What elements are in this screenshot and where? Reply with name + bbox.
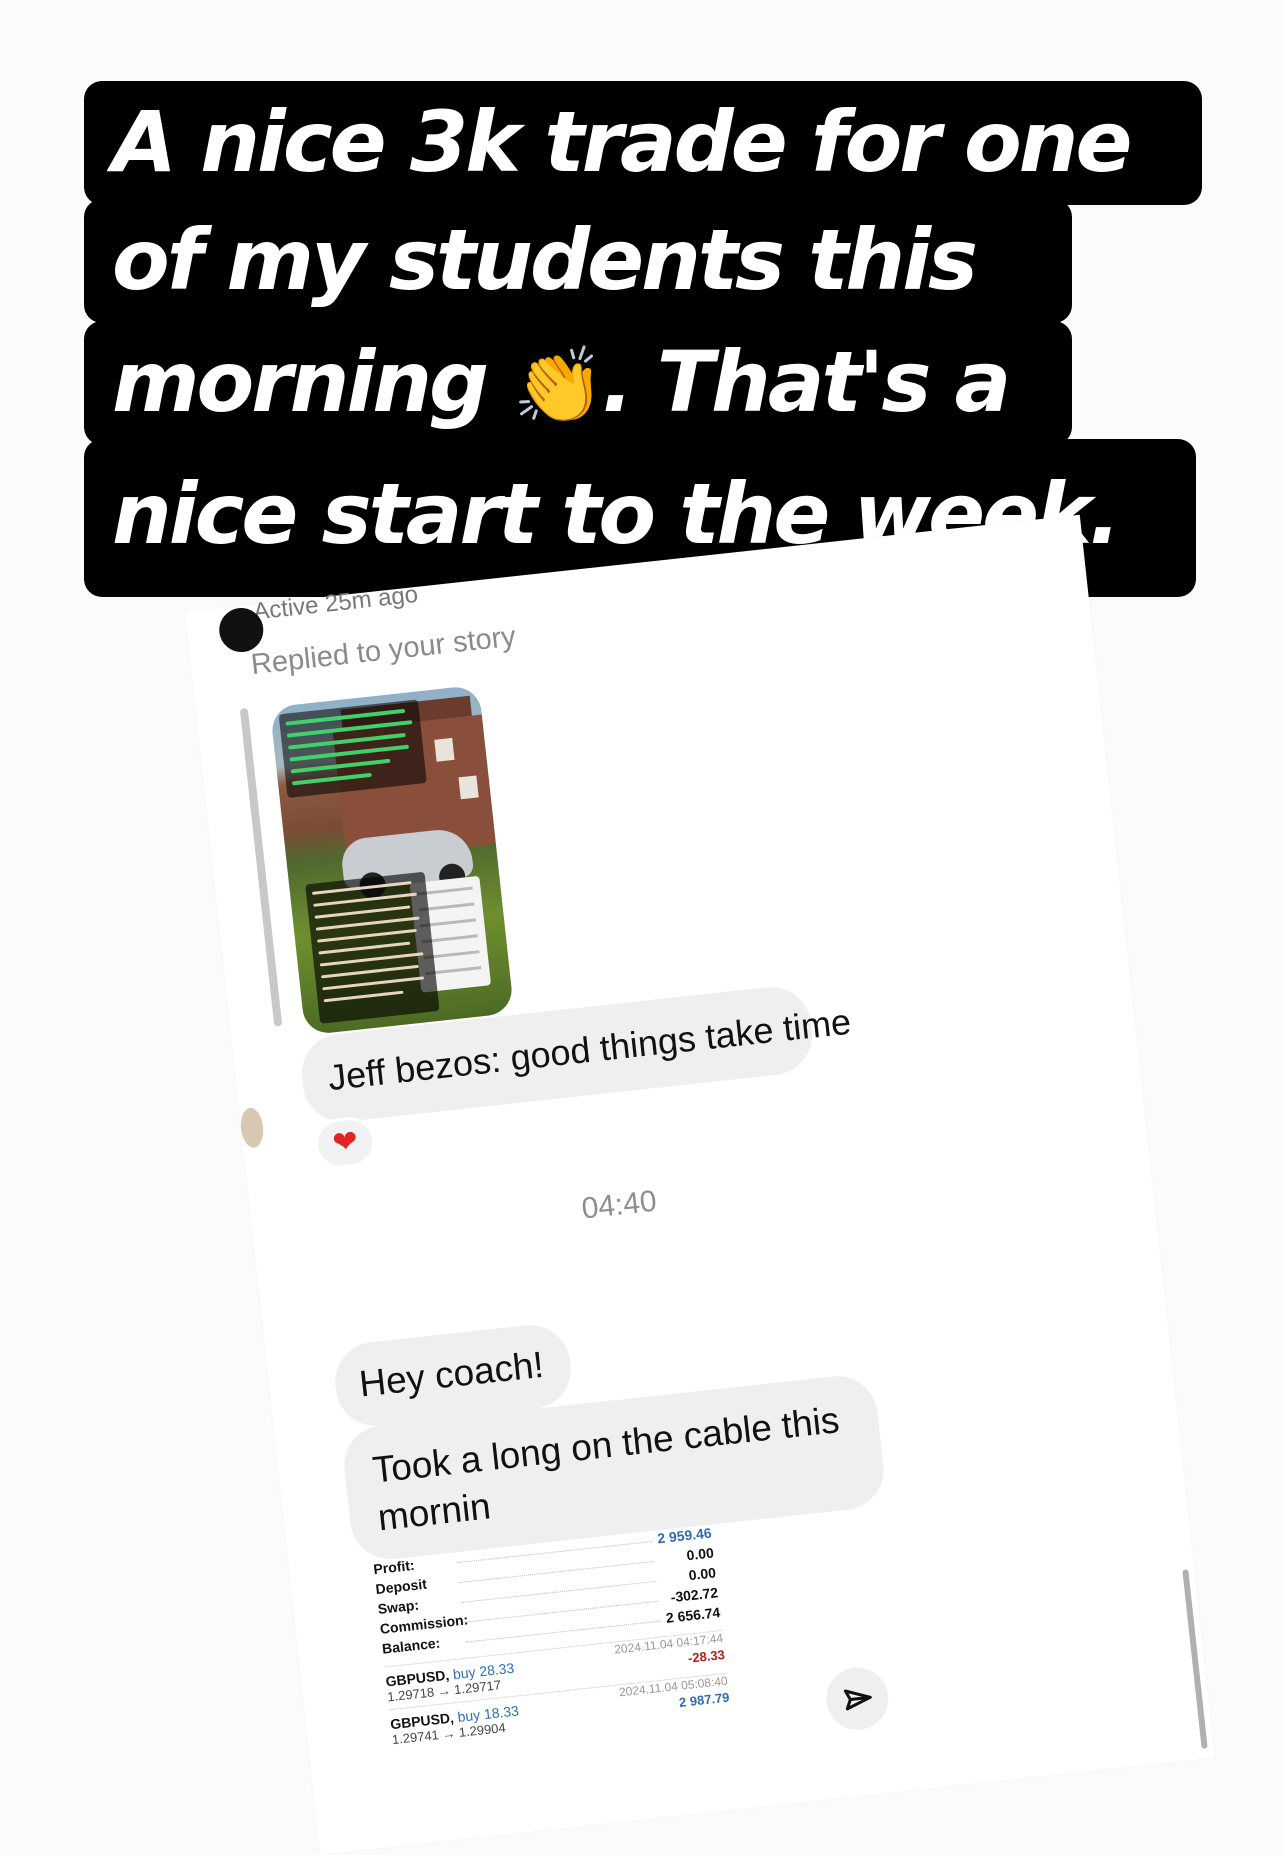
clapping-hands-emoji: 👏 [512,343,604,429]
trade-pl: -28.33 [687,1646,726,1666]
thumb-text-line [321,964,419,979]
heart-icon[interactable]: ❤ [312,1114,378,1171]
send-button[interactable] [823,1664,892,1733]
thumb-caption-overlay [278,699,427,798]
account-summary-image[interactable]: Profit: 2 959.46 Deposit 0.00 Swap: 0.00… [373,1525,731,1747]
account-label: Swap: [376,1596,420,1617]
replied-to-story-label: Replied to your story [249,620,518,682]
scrollbar[interactable] [1182,1569,1208,1749]
caption-line-1: A nice 3k trade for one [84,81,1202,205]
account-value: 0.00 [685,1544,715,1564]
thumb-text-line [317,928,417,943]
thumb-window [458,775,479,800]
thumb-text-line [318,941,411,955]
dm-screenshot: Active 25m ago Replied to your story Jef… [185,514,1215,1855]
thumb-text-line [290,758,391,774]
sender-avatar[interactable] [238,1106,266,1149]
thumb-text-line [323,990,404,1003]
message-timestamp: 04:40 [580,1184,659,1226]
thumb-text-line [313,892,417,907]
thumb-text-line [322,976,425,991]
thumb-text-line [311,881,412,895]
thumb-text-line [319,952,424,967]
thumb-body-overlay [305,871,440,1024]
thumb-text-line [314,905,411,919]
account-label: Profit: [372,1556,416,1578]
thumb-window [434,737,455,762]
caption-line-3-pre: morning [112,333,513,431]
caption-line-2-text: of my students this [112,211,978,309]
send-icon [843,1689,872,1711]
caption-line-3-post: . That's a [601,333,1012,431]
story-thumbnail[interactable] [269,684,515,1036]
thumb-text-line [291,772,372,786]
trade-pl: 2 987.79 [678,1689,731,1710]
caption-line-3: morning 👏. That's a [84,321,1072,445]
caption-line-2: of my students this [84,199,1072,323]
thumb-text-line [315,916,420,931]
account-value: 0.00 [687,1564,717,1584]
